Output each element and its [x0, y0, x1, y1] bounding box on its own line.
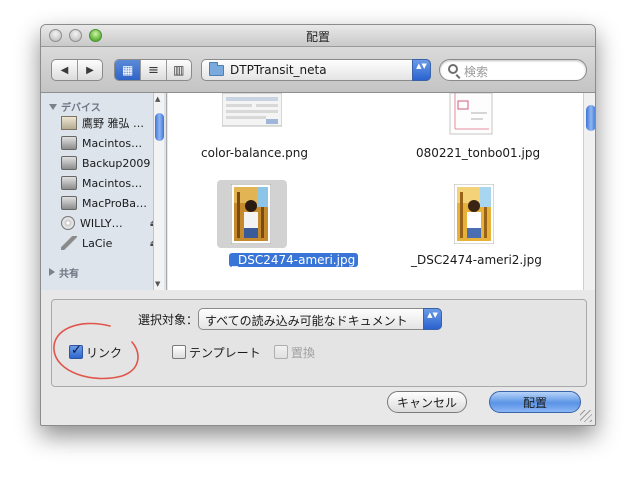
place-button[interactable]: 配置	[489, 391, 581, 413]
file-name[interactable]: 080221_tonbo01.jpg	[416, 146, 540, 160]
column-view-button[interactable]: ▥	[165, 60, 191, 80]
view-mode-control: ▦ ≡ ▥	[114, 59, 192, 81]
disclosure-right-icon	[49, 268, 55, 276]
hard-drive-icon	[61, 176, 77, 190]
network-drive-icon	[61, 236, 77, 250]
scroll-down-icon[interactable]: ▼	[155, 280, 160, 288]
scroll-up-icon[interactable]: ▲	[155, 95, 160, 103]
template-label: テンプレート	[189, 346, 261, 360]
search-icon	[448, 64, 458, 74]
hard-drive-icon	[61, 156, 77, 170]
file-thumbnail[interactable]	[453, 183, 495, 245]
sidebar-item-home[interactable]: 鷹野 雅弘 …	[61, 113, 161, 133]
file-browser: color-balance.png 080221_tonbo01.jpg _DS…	[168, 92, 595, 290]
file-name-selected[interactable]: _DSC2474-ameri.jpg	[229, 253, 359, 267]
sidebar-item-label: MacProBa…	[82, 196, 148, 210]
toolbar: ◀ ▶ ▦ ≡ ▥ DTPTransit_neta ▲▼ 検索	[41, 47, 595, 93]
annotation-circle	[53, 322, 139, 380]
forward-button[interactable]: ▶	[77, 60, 102, 80]
scrollbar-thumb[interactable]	[586, 105, 595, 131]
popup-stepper-icon: ▲▼	[412, 59, 431, 81]
cancel-button[interactable]: キャンセル	[387, 391, 467, 413]
search-placeholder: 検索	[464, 65, 489, 79]
sidebar-item-disk[interactable]: MacProBa…	[61, 193, 161, 213]
icon-view-button[interactable]: ▦	[115, 60, 141, 80]
sidebar-section-shared[interactable]: 共有	[49, 265, 79, 280]
sidebar-item-network-drive[interactable]: LaCie ⏏	[61, 233, 161, 253]
sidebar-item-disk[interactable]: Macintos…	[61, 133, 161, 153]
sidebar-scrollbar[interactable]: ▲ ▼	[153, 93, 164, 290]
sidebar-section-devices[interactable]: デバイス	[49, 99, 101, 114]
resize-grip[interactable]	[580, 410, 592, 422]
file-type-value: すべての読み込み可能なドキュメント	[205, 314, 408, 328]
sidebar-item-label: 鷹野 雅弘 …	[82, 117, 144, 130]
title-bar: 配置	[41, 25, 595, 47]
window-title: 配置	[305, 30, 330, 44]
sidebar-item-disk[interactable]: Backup2009	[61, 153, 161, 173]
sidebar-item-label: Macintos…	[82, 176, 143, 190]
file-name[interactable]: _DSC2474-ameri2.jpg	[411, 253, 542, 267]
file-thumbnail[interactable]	[230, 183, 272, 245]
sidebar-item-label: Backup2009	[82, 156, 151, 170]
sidebar-item-label: LaCie	[82, 236, 113, 250]
file-name[interactable]: color-balance.png	[201, 146, 308, 160]
location-label: DTPTransit_neta	[230, 63, 327, 77]
sidebar: デバイス 鷹野 雅弘 … Macintos… Backup2009 Macint…	[41, 93, 167, 290]
disclosure-down-icon	[49, 104, 57, 110]
file-type-select[interactable]: すべての読み込み可能なドキュメント ▲▼	[198, 308, 442, 330]
sidebar-item-label: Macintos…	[82, 136, 143, 150]
sidebar-item-disk[interactable]: Macintos…	[61, 173, 161, 193]
template-checkbox[interactable]	[172, 345, 186, 359]
file-browser-scrollbar[interactable]	[583, 93, 595, 290]
hard-drive-icon	[61, 196, 77, 210]
select-stepper-icon: ▲▼	[423, 308, 442, 330]
sidebar-item-disc[interactable]: WILLY… ⏏	[61, 213, 161, 233]
scrollbar-thumb[interactable]	[155, 113, 164, 141]
location-popup[interactable]: DTPTransit_neta ▲▼	[201, 59, 431, 81]
disc-icon	[61, 216, 75, 230]
list-view-button[interactable]: ≡	[140, 60, 165, 80]
search-field[interactable]: 検索	[439, 59, 587, 81]
filter-label: 選択対象：	[138, 313, 199, 327]
file-thumbnail[interactable]	[449, 92, 493, 135]
replace-label: 置換	[291, 346, 316, 360]
back-button[interactable]: ◀	[52, 60, 77, 80]
file-thumbnail[interactable]	[221, 92, 283, 127]
home-icon	[61, 116, 77, 130]
folder-icon	[209, 62, 224, 76]
replace-checkbox[interactable]	[274, 345, 288, 359]
back-forward-control: ◀ ▶	[51, 59, 103, 81]
sidebar-item-label: WILLY…	[80, 216, 123, 230]
hard-drive-icon	[61, 136, 77, 150]
